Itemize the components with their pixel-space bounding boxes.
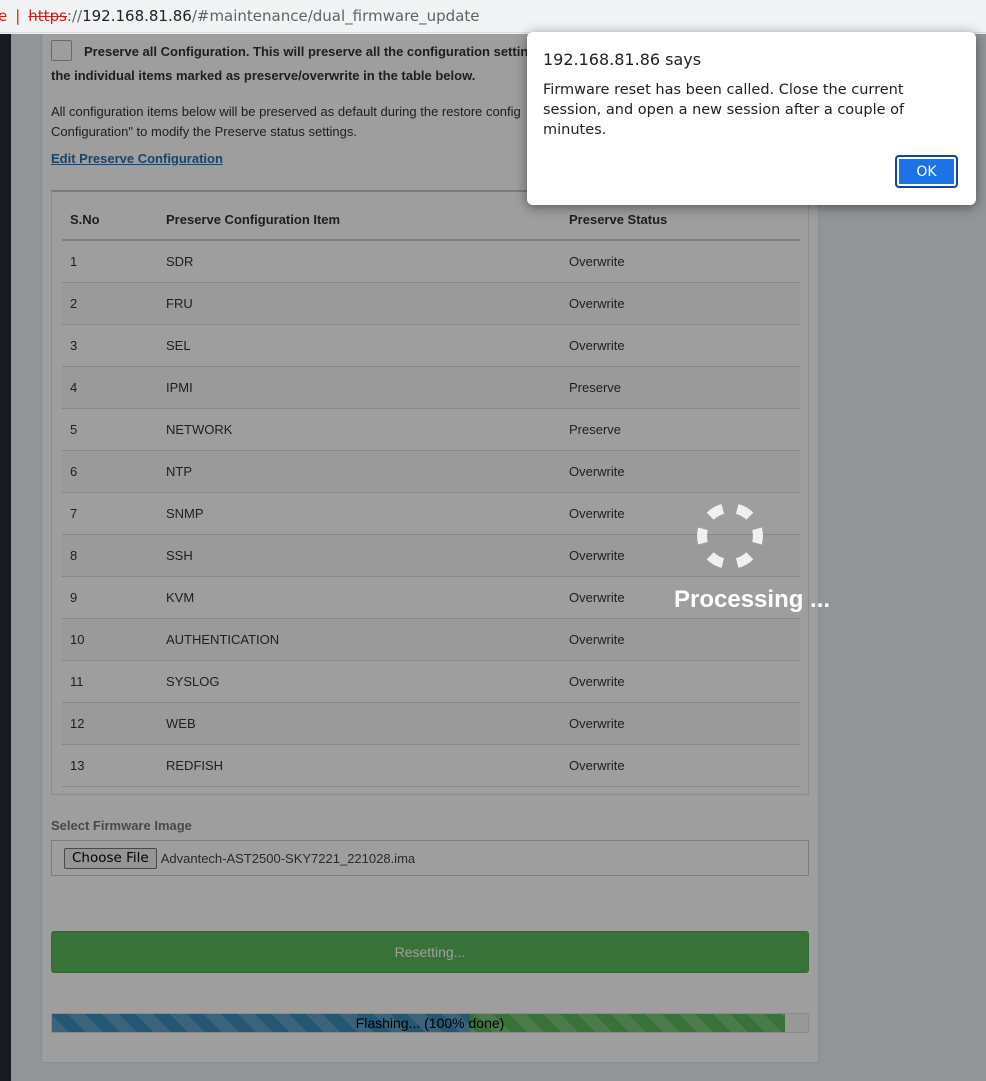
dialog-ok-button[interactable]: OK <box>895 155 958 188</box>
alert-dialog: 192.168.81.86 says Firmware reset has be… <box>527 32 976 205</box>
not-secure-indicator[interactable]: e <box>0 7 7 25</box>
dialog-message: Firmware reset has been called. Close th… <box>543 82 905 138</box>
url-host: 192.168.81.86 <box>82 7 192 25</box>
spinner-icon <box>697 504 763 568</box>
address-separator: | <box>15 7 21 25</box>
url-scheme: https <box>28 7 67 25</box>
dialog-title: 192.168.81.86 says <box>543 50 702 69</box>
address-bar[interactable]: e | https://192.168.81.86/#maintenance/d… <box>0 0 986 33</box>
processing-text: Processing ... <box>674 586 831 613</box>
url-separator: :// <box>66 7 83 25</box>
url-path: /#maintenance/dual_firmware_update <box>191 7 480 25</box>
